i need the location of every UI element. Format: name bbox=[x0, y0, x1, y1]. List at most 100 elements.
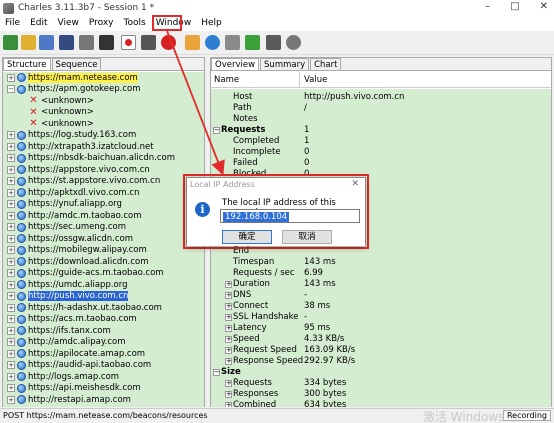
binoculars-icon[interactable] bbox=[99, 35, 114, 50]
expand-icon[interactable]: + bbox=[7, 269, 15, 278]
menu-tools[interactable]: Tools bbox=[119, 16, 151, 31]
column-divider[interactable] bbox=[299, 72, 300, 88]
expand-icon[interactable]: + bbox=[7, 349, 15, 358]
tree-host-row[interactable]: + http://xtrapath3.izatcloud.net bbox=[3, 141, 204, 153]
menu-file[interactable]: File bbox=[0, 16, 25, 31]
menu-help[interactable]: Help bbox=[196, 16, 227, 31]
ip-address-field[interactable]: 192.168.0.104 bbox=[220, 209, 360, 223]
expand-icon[interactable]: + bbox=[7, 142, 15, 151]
expand-icon[interactable]: + bbox=[7, 234, 15, 243]
property-row[interactable]: + Speed 4.33 KB/s bbox=[211, 334, 551, 345]
settings-icon[interactable] bbox=[286, 35, 301, 50]
tree-host-row[interactable]: + https://download.alicdn.com bbox=[3, 256, 204, 268]
expand-icon[interactable]: + bbox=[225, 391, 232, 398]
tree-host-row[interactable]: + http://amdc.m.taobao.com bbox=[3, 210, 204, 222]
tree-host-row[interactable]: + https://ynuf.aliapp.org bbox=[3, 199, 204, 211]
tree-host-row[interactable]: + https://nbsdk-baichuan.alicdn.com bbox=[3, 153, 204, 165]
tree-child-row[interactable]: ✕ <unknown> bbox=[3, 107, 204, 119]
property-row[interactable]: + Connect 38 ms bbox=[211, 301, 551, 312]
tree-host-row[interactable]: + https://ifs.tanx.com bbox=[3, 325, 204, 337]
column-name-header[interactable]: Name bbox=[214, 75, 239, 85]
section-row[interactable]: − Size bbox=[211, 367, 551, 378]
property-row[interactable]: + Duration 143 ms bbox=[211, 279, 551, 290]
expand-icon[interactable]: + bbox=[7, 200, 15, 209]
property-row[interactable]: Incomplete 0 bbox=[211, 147, 551, 158]
expand-icon[interactable]: + bbox=[7, 361, 15, 370]
maximize-button[interactable]: □ bbox=[510, 1, 519, 12]
tab-sequence[interactable]: Sequence bbox=[51, 58, 102, 70]
tree-host-row[interactable]: + https://guide-acs.m.taobao.com bbox=[3, 268, 204, 280]
property-row[interactable]: + Responses 300 bytes bbox=[211, 389, 551, 400]
minimize-button[interactable]: – bbox=[485, 1, 490, 12]
expand-icon[interactable]: + bbox=[7, 211, 15, 220]
expand-icon[interactable]: + bbox=[7, 154, 15, 163]
expand-icon[interactable]: + bbox=[7, 177, 15, 186]
expand-icon[interactable]: + bbox=[7, 246, 15, 255]
tree-host-row[interactable]: + https://api.meishesdk.com bbox=[3, 383, 204, 395]
column-value-header[interactable]: Value bbox=[304, 75, 327, 85]
property-row[interactable]: Timespan 143 ms bbox=[211, 257, 551, 268]
property-row[interactable]: + Response Speed 292.97 KB/s bbox=[211, 356, 551, 367]
expand-icon[interactable]: + bbox=[225, 281, 232, 288]
tree-host-row[interactable]: + https://acs.m.taobao.com bbox=[3, 314, 204, 326]
tree-child-row[interactable]: ✕ <unknown> bbox=[3, 118, 204, 130]
tree-host-row[interactable]: + https://ossgw.alicdn.com bbox=[3, 233, 204, 245]
tree-host-row[interactable]: + https://apilocate.amap.com bbox=[3, 348, 204, 360]
repeat-icon[interactable] bbox=[205, 35, 220, 50]
property-row[interactable]: Path / bbox=[211, 103, 551, 114]
tree-host-row[interactable]: + http://logs.amap.com bbox=[3, 371, 204, 383]
collapse-icon[interactable]: − bbox=[7, 85, 15, 94]
collapse-icon[interactable]: − bbox=[213, 369, 220, 376]
tree-host-row[interactable]: + https://log.study.163.com bbox=[3, 130, 204, 142]
tree-host-row[interactable]: + http://apktxdl.vivo.com.cn bbox=[3, 187, 204, 199]
expand-icon[interactable]: + bbox=[7, 292, 15, 301]
expand-icon[interactable]: + bbox=[7, 165, 15, 174]
property-row[interactable]: + Combined 634 bytes bbox=[211, 400, 551, 407]
tab-structure[interactable]: Structure bbox=[3, 58, 51, 70]
new-session-icon[interactable] bbox=[3, 35, 18, 50]
expand-icon[interactable]: + bbox=[225, 402, 232, 407]
expand-icon[interactable]: + bbox=[7, 303, 15, 312]
import-icon[interactable] bbox=[39, 35, 54, 50]
tree-host-row[interactable]: + http://amdc.alipay.com bbox=[3, 337, 204, 349]
expand-icon[interactable]: + bbox=[7, 372, 15, 381]
expand-icon[interactable]: + bbox=[7, 223, 15, 232]
section-row[interactable]: − Requests 1 bbox=[211, 125, 551, 136]
tree-host-row[interactable]: + https://mobilegw.alipay.com bbox=[3, 245, 204, 257]
property-row[interactable]: Requests / sec 6.99 bbox=[211, 268, 551, 279]
tab-overview[interactable]: Overview bbox=[211, 58, 260, 70]
expand-icon[interactable]: + bbox=[225, 380, 232, 387]
tree-host-row[interactable]: + https://sec.umeng.com bbox=[3, 222, 204, 234]
compose-icon[interactable] bbox=[185, 35, 200, 50]
expand-icon[interactable]: + bbox=[7, 326, 15, 335]
expand-icon[interactable]: + bbox=[225, 336, 232, 343]
open-icon[interactable] bbox=[21, 35, 36, 50]
expand-icon[interactable]: + bbox=[225, 325, 232, 332]
expand-icon[interactable]: + bbox=[7, 395, 15, 404]
recording-indicator[interactable]: Recording bbox=[502, 410, 551, 421]
close-button[interactable]: ✕ bbox=[540, 1, 548, 12]
property-row[interactable]: + DNS - bbox=[211, 290, 551, 301]
menu-proxy[interactable]: Proxy bbox=[84, 16, 119, 31]
expand-icon[interactable]: + bbox=[225, 358, 232, 365]
menu-view[interactable]: View bbox=[53, 16, 84, 31]
tree-child-row[interactable]: ✕ <unknown> bbox=[3, 95, 204, 107]
expand-icon[interactable]: + bbox=[7, 280, 15, 289]
tree-host-row[interactable]: + https://mam.netease.com bbox=[3, 72, 204, 84]
tree-host-row[interactable]: + http://push.vivo.com.cn bbox=[3, 291, 204, 303]
tree-host-row[interactable]: + https://appstore.vivo.com.cn bbox=[3, 164, 204, 176]
expand-icon[interactable]: + bbox=[225, 292, 232, 299]
edit-icon[interactable] bbox=[225, 35, 240, 50]
tree-host-row[interactable]: + https://umdc.aliapp.org bbox=[3, 279, 204, 291]
tab-summary[interactable]: Summary bbox=[260, 58, 310, 70]
tree-host-row[interactable]: + http://restapi.amap.com bbox=[3, 394, 204, 406]
expand-icon[interactable]: + bbox=[7, 257, 15, 266]
expand-icon[interactable]: + bbox=[7, 131, 15, 140]
property-row[interactable]: + Latency 95 ms bbox=[211, 323, 551, 334]
expand-icon[interactable]: + bbox=[225, 347, 232, 354]
tree-host-row[interactable]: + https://st.appstore.vivo.com.cn bbox=[3, 176, 204, 188]
expand-icon[interactable]: + bbox=[225, 314, 232, 321]
tree-host-row[interactable]: + https://audid-api.taobao.com bbox=[3, 360, 204, 372]
expand-icon[interactable]: + bbox=[225, 303, 232, 310]
trash-icon[interactable] bbox=[79, 35, 94, 50]
